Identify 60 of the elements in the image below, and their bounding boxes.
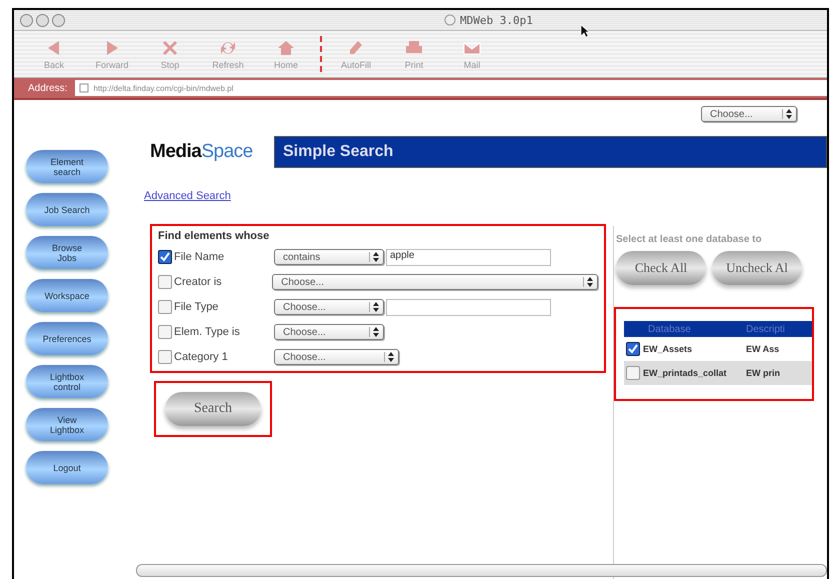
page-icon [79,83,90,93]
sidebar-button[interactable]: Element search [26,150,108,183]
sidebar-button[interactable]: View Lightbox [26,408,108,441]
dropdown[interactable]: Choose... [274,349,399,365]
arrows-icon [583,277,593,287]
dropdown[interactable]: Choose... [701,106,797,122]
arrows-icon [782,109,792,119]
checkbox[interactable] [626,366,640,380]
field-label: File Type [173,301,220,313]
checkbox[interactable] [158,350,172,364]
dropdown[interactable]: Choose... [274,299,384,315]
column-header: Descripti [746,324,785,334]
page-icon [444,14,456,26]
table-cell: EW Ass [746,344,780,354]
field-label: Category 1 [173,351,229,363]
search-button[interactable]: Search [165,392,261,426]
column-header: Database [647,324,692,334]
window-button[interactable] [52,14,65,26]
dropdown[interactable]: Choose... [272,274,598,290]
dropdown[interactable]: contains [274,249,384,265]
instruction-text: Select at least one database to [616,234,763,245]
field-label: Elem. Type is [173,326,241,338]
checkbox[interactable] [158,325,172,339]
window-button[interactable] [20,14,33,26]
address-field[interactable]: http://delta.finday.com/cgi-bin/mdweb.pl [75,80,827,96]
scrollbar[interactable] [136,564,827,577]
arrows-icon [384,352,394,362]
cursor-icon [580,24,590,38]
checkbox[interactable] [158,300,172,314]
sidebar-button[interactable]: Workspace [26,279,108,312]
home-icon [276,38,296,56]
sidebar-button[interactable]: Lightbox control [26,365,108,398]
table-cell-text: EW_Assets [643,344,694,354]
dropdown[interactable]: Choose... [274,324,384,340]
select-button[interactable]: Check All [616,251,706,285]
logo: MediaSpace [149,141,254,163]
address-label: Address: [27,82,68,94]
sidebar-button[interactable]: Logout [26,451,108,484]
table-cell: EW prin [746,368,780,378]
select-button[interactable]: Uncheck Al [712,251,802,285]
sidebar-button[interactable]: Job Search [26,193,108,226]
table-cell-text: EW_printads_collat [643,368,728,378]
arrows-icon [369,302,379,312]
text-field[interactable]: apple [386,248,551,266]
checkbox[interactable] [158,275,172,289]
checkbox[interactable] [158,250,172,264]
field-label: File Name [173,251,226,263]
window-button[interactable] [36,14,49,26]
arrows-icon [369,327,379,337]
form-heading: Find elements whose [158,230,270,242]
arrows-icon [369,252,379,262]
page-heading: Simple Search [274,136,827,168]
sidebar-button[interactable]: Browse Jobs [26,236,108,269]
window-title: MDWeb 3.0p1 [460,14,533,26]
advanced-search-link[interactable]: Advanced Search [144,190,231,202]
field-label: Creator is [173,276,223,288]
checkbox[interactable] [626,342,640,356]
text-field[interactable] [386,298,551,316]
stop-icon [160,38,180,56]
sidebar-button[interactable]: Preferences [26,322,108,355]
